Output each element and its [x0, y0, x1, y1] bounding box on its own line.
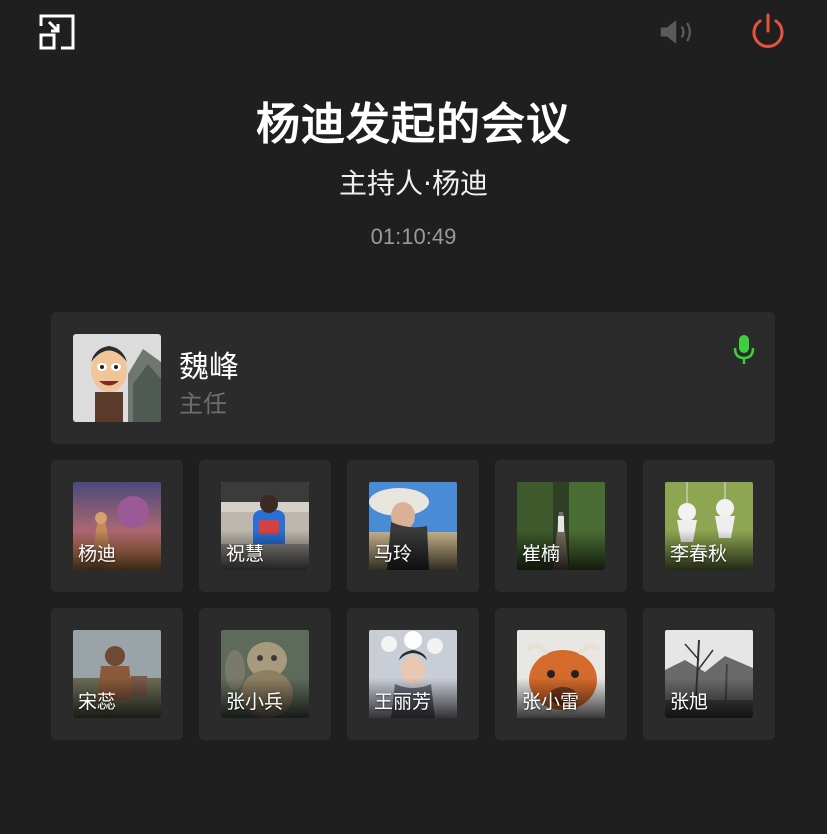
participant-name: 杨迪 — [78, 543, 117, 565]
participant-avatar: 宋蕊 — [73, 630, 161, 718]
participant-name: 宋蕊 — [78, 691, 117, 713]
speaker-name: 魏峰 — [179, 350, 239, 385]
participant-tile[interactable]: 张小兵 — [199, 608, 331, 740]
power-icon — [752, 13, 784, 48]
participant-name: 张旭 — [670, 691, 709, 713]
participant-tile[interactable]: 马玲 — [347, 460, 479, 592]
minimize-button[interactable] — [37, 12, 77, 52]
speaker-icon — [660, 20, 691, 44]
participant-avatar: 马玲 — [369, 482, 457, 570]
participant-name: 崔楠 — [522, 543, 561, 565]
participant-avatar: 王丽芳 — [369, 630, 457, 718]
minimize-window-icon — [39, 14, 75, 50]
participant-name: 祝慧 — [226, 543, 265, 565]
avatar — [73, 334, 161, 422]
participant-tile[interactable]: 祝慧 — [199, 460, 331, 592]
participant-tile[interactable]: 宋蕊 — [51, 608, 183, 740]
participant-tile[interactable]: 李春秋 — [643, 460, 775, 592]
speaker-role: 主任 — [179, 390, 227, 418]
participant-name: 马玲 — [374, 543, 413, 565]
participant-avatar: 杨迪 — [73, 482, 161, 570]
participant-avatar: 祝慧 — [221, 482, 309, 570]
participant-name: 张小兵 — [226, 691, 284, 713]
meeting-title: 杨迪发起的会议 — [256, 99, 571, 150]
meeting-timer: 01:10:49 — [370, 224, 457, 249]
participants-grid: 杨迪 祝慧 马玲 崔楠 李春秋 宋蕊 张小兵 王丽芳 张小雷 张旭 — [51, 460, 775, 740]
microphone-status — [733, 334, 755, 370]
participant-tile[interactable]: 崔楠 — [495, 460, 627, 592]
hang-up-button[interactable] — [748, 12, 788, 52]
participant-avatar: 张小兵 — [221, 630, 309, 718]
microphone-icon — [733, 335, 755, 364]
participant-tile[interactable]: 张旭 — [643, 608, 775, 740]
participant-name: 王丽芳 — [374, 691, 432, 713]
meeting-host: 主持人·杨迪 — [339, 167, 488, 200]
participant-avatar: 李春秋 — [665, 482, 753, 570]
participant-tile[interactable]: 杨迪 — [51, 460, 183, 592]
participant-name: 张小雷 — [522, 691, 580, 713]
participant-avatar: 崔楠 — [517, 482, 605, 570]
participant-avatar: 张小雷 — [517, 630, 605, 718]
participant-avatar: 张旭 — [665, 630, 753, 718]
participant-tile[interactable]: 王丽芳 — [347, 608, 479, 740]
participant-name: 李春秋 — [670, 543, 728, 565]
participant-tile[interactable]: 张小雷 — [495, 608, 627, 740]
speaker-button[interactable] — [658, 12, 698, 52]
active-speaker-card[interactable]: 魏峰 主任 — [51, 312, 775, 444]
